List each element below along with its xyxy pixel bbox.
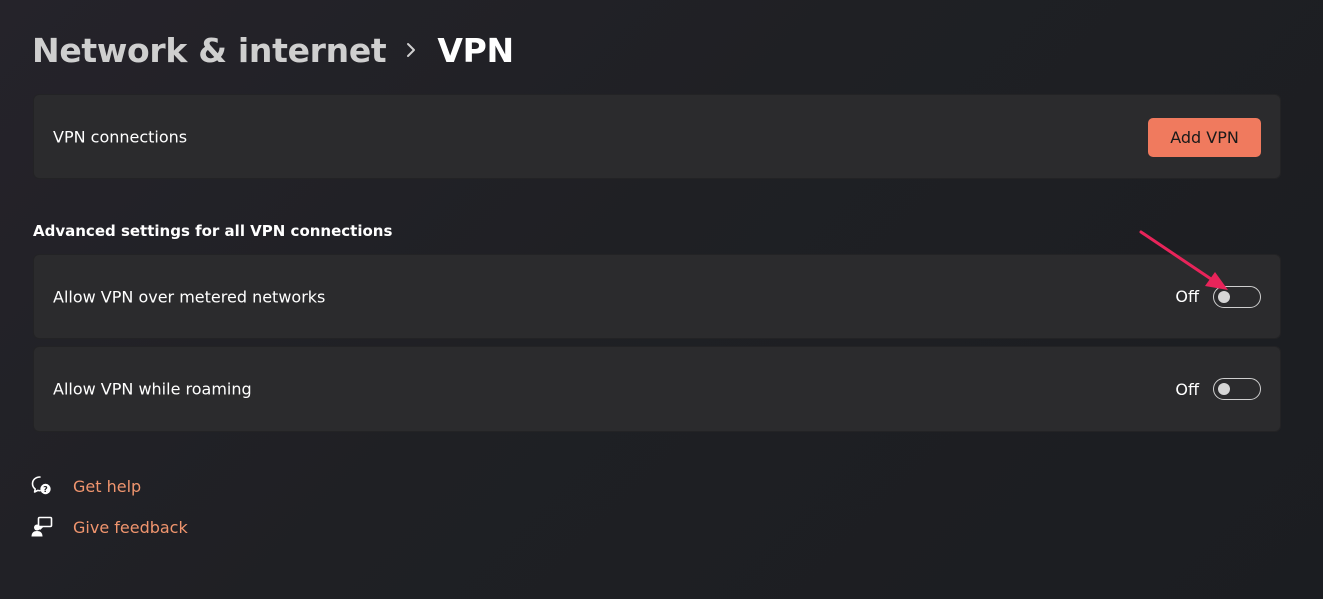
roaming-toggle[interactable] <box>1213 378 1261 400</box>
roaming-toggle-group: Off <box>1175 378 1261 400</box>
get-help-label: Get help <box>73 476 142 496</box>
svg-text:?: ? <box>43 485 48 494</box>
give-feedback-link[interactable]: Give feedback <box>30 515 188 539</box>
breadcrumb-parent-network-internet[interactable]: Network & internet <box>32 31 387 70</box>
feedback-icon <box>30 515 54 539</box>
metered-networks-state: Off <box>1175 287 1199 306</box>
vpn-connections-label: VPN connections <box>53 127 188 146</box>
toggle-knob <box>1218 290 1230 303</box>
advanced-settings-heading: Advanced settings for all VPN connection… <box>33 222 393 240</box>
roaming-setting: Allow VPN while roaming Off <box>33 346 1281 432</box>
metered-networks-toggle[interactable] <box>1213 285 1261 308</box>
roaming-state: Off <box>1175 379 1199 399</box>
roaming-label: Allow VPN while roaming <box>53 379 252 399</box>
page-title: VPN <box>437 30 514 70</box>
vpn-connections-card: VPN connections Add VPN <box>33 94 1281 179</box>
help-chat-icon: ? <box>30 474 54 498</box>
chevron-right-icon <box>406 42 416 58</box>
give-feedback-label: Give feedback <box>73 517 188 537</box>
metered-networks-setting: Allow VPN over metered networks Off <box>33 254 1281 339</box>
breadcrumb: Network & internet VPN <box>32 26 514 74</box>
get-help-link[interactable]: ? Get help <box>30 474 141 498</box>
metered-networks-label: Allow VPN over metered networks <box>53 287 326 306</box>
toggle-knob <box>1218 383 1230 395</box>
metered-networks-toggle-group: Off <box>1175 285 1261 308</box>
add-vpn-button[interactable]: Add VPN <box>1148 118 1261 157</box>
